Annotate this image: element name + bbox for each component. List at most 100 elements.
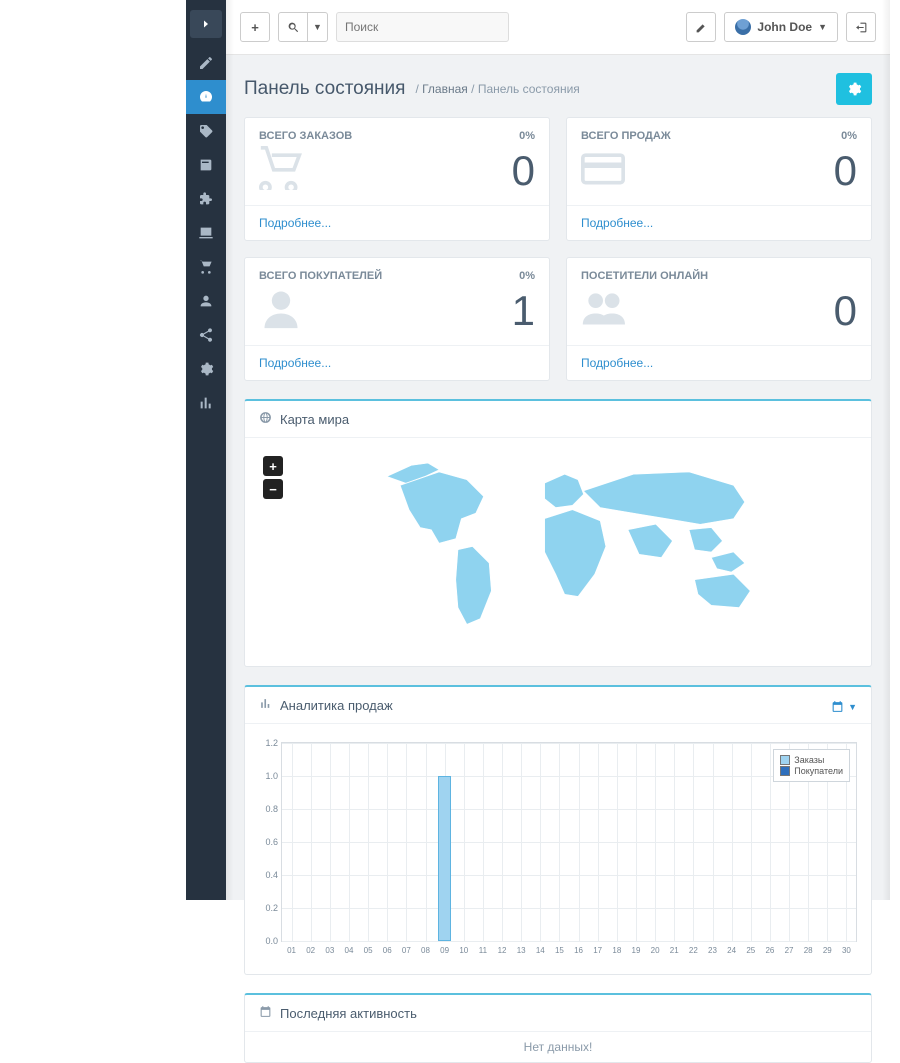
x-tick: 12 [498, 946, 507, 955]
x-tick: 07 [402, 946, 411, 955]
legend-label: Покупатели [794, 766, 843, 776]
x-tick: 19 [632, 946, 641, 955]
chart-icon [259, 697, 272, 713]
stat-value: 0 [834, 147, 857, 195]
sidebar-item-system[interactable] [186, 352, 226, 386]
x-tick: 04 [345, 946, 354, 955]
stat-value: 0 [834, 287, 857, 335]
stat-label: ВСЕГО ПОКУПАТЕЛЕЙ [259, 270, 382, 282]
sidebar [186, 0, 226, 900]
user-name: John Doe [757, 20, 812, 34]
stat-card: ПОСЕТИТЕЛИ ОНЛАЙН 0 Подробнее... [566, 257, 872, 381]
panel-activity: Последняя активность Нет данных! [244, 993, 872, 1063]
panel-title: Последняя активность [280, 1006, 417, 1021]
stat-label: ВСЕГО ПРОДАЖ [581, 130, 671, 142]
search-button[interactable] [278, 12, 308, 42]
sidebar-toggle[interactable] [190, 10, 222, 38]
sidebar-item-reports[interactable] [186, 386, 226, 420]
sidebar-item-edit[interactable] [186, 46, 226, 80]
stat-label: ПОСЕТИТЕЛИ ОНЛАЙН [581, 270, 708, 282]
chart-legend: Заказы Покупатели [773, 749, 850, 782]
sidebar-item-customers[interactable] [186, 284, 226, 318]
stat-more-link[interactable]: Подробнее... [259, 216, 331, 230]
x-tick: 29 [823, 946, 832, 955]
globe-icon [259, 411, 272, 427]
x-tick: 14 [536, 946, 545, 955]
stat-label: ВСЕГО ЗАКАЗОВ [259, 130, 352, 142]
sidebar-item-design[interactable] [186, 216, 226, 250]
sidebar-item-extensions[interactable] [186, 182, 226, 216]
legend-label: Заказы [794, 755, 824, 765]
breadcrumb-current: Панель состояния [478, 82, 580, 96]
x-tick: 15 [555, 946, 564, 955]
stat-more-link[interactable]: Подробнее... [581, 216, 653, 230]
add-button[interactable]: + [240, 12, 270, 42]
search-dropdown[interactable]: ▼ [308, 12, 328, 42]
x-tick: 27 [785, 946, 794, 955]
x-tick: 17 [593, 946, 602, 955]
panel-analytics: Аналитика продаж ▼ 0.00.20.40.60.81.01.2… [244, 685, 872, 975]
y-tick: 0.6 [260, 837, 278, 847]
chart-bar [438, 776, 451, 941]
users-icon [581, 286, 625, 335]
topbar: + ▼ John Doe ▼ [226, 0, 890, 55]
edit-mode-button[interactable] [686, 12, 716, 42]
y-tick: 0.4 [260, 870, 278, 880]
sidebar-item-dashboard[interactable] [186, 80, 226, 114]
map-zoom-in[interactable]: + [263, 456, 283, 476]
x-tick: 05 [364, 946, 373, 955]
breadcrumb: / Главная / Панель состояния [415, 82, 579, 96]
x-tick: 09 [440, 946, 449, 955]
gear-icon [846, 81, 862, 97]
chevron-down-icon: ▼ [818, 22, 827, 32]
x-tick: 24 [727, 946, 736, 955]
x-tick: 26 [765, 946, 774, 955]
stat-pct: 0% [519, 130, 535, 142]
search-input[interactable] [336, 12, 509, 42]
x-tick: 28 [804, 946, 813, 955]
x-tick: 03 [325, 946, 334, 955]
map-zoom-out[interactable]: − [263, 479, 283, 499]
x-tick: 10 [459, 946, 468, 955]
x-tick: 23 [708, 946, 717, 955]
stat-value: 1 [512, 287, 535, 335]
sidebar-item-marketing[interactable] [186, 318, 226, 352]
page-header: Панель состояния / Главная / Панель сост… [226, 55, 890, 117]
x-tick: 11 [479, 946, 487, 955]
x-tick: 08 [421, 946, 430, 955]
sidebar-item-sales[interactable] [186, 250, 226, 284]
x-tick: 06 [383, 946, 392, 955]
panel-world-map: Карта мира + − [244, 399, 872, 667]
x-tick: 16 [574, 946, 583, 955]
card-icon [581, 146, 625, 195]
stat-card: ВСЕГО ПОКУПАТЕЛЕЙ 0% 1 Подробнее... [244, 257, 550, 381]
breadcrumb-home[interactable]: Главная [422, 82, 468, 96]
activity-empty: Нет данных! [524, 1040, 593, 1054]
date-range-button[interactable]: ▼ [831, 697, 857, 713]
stat-more-link[interactable]: Подробнее... [259, 356, 331, 370]
stat-pct: 0% [841, 130, 857, 142]
y-tick: 0.8 [260, 804, 278, 814]
stat-more-link[interactable]: Подробнее... [581, 356, 653, 370]
y-tick: 0.2 [260, 903, 278, 913]
user-menu-button[interactable]: John Doe ▼ [724, 12, 838, 42]
calendar-icon [831, 700, 844, 713]
stat-pct: 0% [519, 270, 535, 282]
x-tick: 30 [842, 946, 851, 955]
y-tick: 1.2 [260, 738, 278, 748]
x-tick: 25 [746, 946, 755, 955]
avatar-icon [735, 19, 751, 35]
settings-button[interactable] [836, 73, 872, 105]
sidebar-item-catalog[interactable] [186, 148, 226, 182]
panel-title: Карта мира [280, 412, 349, 427]
world-map[interactable]: + − [259, 452, 857, 652]
page-title: Панель состояния [244, 78, 405, 100]
x-tick: 02 [306, 946, 315, 955]
logout-button[interactable] [846, 12, 876, 42]
x-tick: 13 [517, 946, 526, 955]
user-icon [259, 286, 303, 335]
x-tick: 01 [287, 946, 296, 955]
x-tick: 21 [670, 946, 679, 955]
sidebar-item-tags[interactable] [186, 114, 226, 148]
sales-chart: 0.00.20.40.60.81.01.20102030405060708091… [281, 742, 857, 942]
